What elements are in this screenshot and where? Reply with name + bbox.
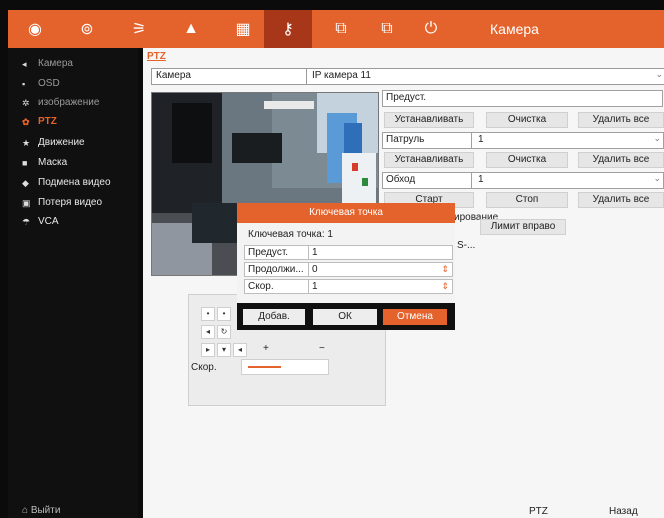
patrol-delete-all-button[interactable]: Удалить все xyxy=(578,152,664,168)
back-button[interactable]: Назад xyxy=(609,506,638,517)
tab-ptz[interactable]: PTZ xyxy=(147,51,166,62)
sidebar-item-motion[interactable]: ★ Движение xyxy=(22,135,85,151)
pattern-select[interactable]: Обход 1 ⌄ xyxy=(382,172,664,189)
patrol-value: 1 xyxy=(478,134,484,145)
sidebar: ◂ Камера ▪ OSD ✲ изображение ✿ PTZ ★ Движение… xyxy=(8,48,138,518)
divider xyxy=(471,173,472,188)
spinner-icon[interactable]: ⇕ xyxy=(441,263,449,276)
preset-clear-button[interactable]: Очистка xyxy=(486,112,568,128)
dialog-body: Ключевая точка: 1 Предуст. 1 Продолжи...… xyxy=(237,223,455,303)
osd-icon: ▪ xyxy=(22,79,26,89)
home-icon: ⌂ xyxy=(22,505,29,516)
chevron-down-icon: ⌄ xyxy=(655,69,663,79)
exit-button[interactable]: ⌂ Выйти xyxy=(22,505,60,516)
sidebar-item-mask[interactable]: ■ Маска xyxy=(22,155,67,171)
playback-icon[interactable]: ⊚ xyxy=(64,10,110,48)
ptz-up-left-button[interactable]: • xyxy=(201,307,215,321)
pattern-label: Обход xyxy=(386,174,416,185)
page-title: Камера xyxy=(490,21,539,37)
storage-icon[interactable]: ▦ xyxy=(220,10,266,48)
image-icon: ✲ xyxy=(22,98,30,108)
preset-label: Предуст. xyxy=(386,92,427,103)
camera-select[interactable]: Камера IP камера 11 ⌄ xyxy=(151,68,664,85)
auto-rotate-button[interactable]: ↻ xyxy=(217,325,231,339)
camera-select-label: Камера xyxy=(156,70,191,81)
dialog-speed-label: Скор. xyxy=(248,281,274,292)
sidebar-item-camera[interactable]: ◂ Камера xyxy=(22,56,73,72)
ptz-icon: ✿ xyxy=(22,117,30,127)
status-ptz[interactable]: PTZ xyxy=(529,506,548,517)
zoom-out-button[interactable]: − xyxy=(319,343,325,354)
patrol-select[interactable]: Патруль 1 ⌄ xyxy=(382,132,664,149)
speed-slider[interactable] xyxy=(241,359,329,375)
dialog-preset-field[interactable]: Предуст. 1 xyxy=(244,245,453,260)
divider xyxy=(308,280,309,293)
record-icon[interactable]: ⚞ xyxy=(116,10,162,48)
ptz-left-button[interactable]: ◂ xyxy=(201,325,215,339)
dialog-duration-value: 0 xyxy=(312,264,318,275)
dialog-duration-label: Продолжи... xyxy=(248,264,304,275)
mask-icon: ■ xyxy=(22,158,28,168)
pattern-delete-all-button[interactable]: Удалить все xyxy=(578,192,664,208)
preset-delete-all-button[interactable]: Удалить все xyxy=(578,112,664,128)
camera-settings-icon[interactable]: ⚷ xyxy=(264,10,312,48)
keypoint-label: Ключевая точка: 1 xyxy=(248,229,333,240)
vca-icon: ☂ xyxy=(22,217,31,227)
keypoint-dialog: Ключевая точка Ключевая точка: 1 Предуст… xyxy=(237,203,455,330)
maintenance-icon[interactable]: ⧉ xyxy=(364,10,410,48)
dialog-preset-label: Предуст. xyxy=(248,247,289,258)
sidebar-item-osd[interactable]: ▪ OSD xyxy=(22,76,60,92)
chevron-down-icon: ⌄ xyxy=(653,133,661,143)
sidebar-item-tamper[interactable]: ◆ Подмена видео xyxy=(22,175,111,191)
ptz-down-button[interactable]: ▾ xyxy=(217,343,231,357)
refresh-icon: ↻ xyxy=(220,327,228,336)
tamper-icon: ◆ xyxy=(22,178,29,188)
ptz-up-button[interactable]: • xyxy=(217,307,231,321)
zoom-in-button[interactable]: + xyxy=(263,343,269,354)
top-menu-bar: ◉ ⊚ ⚞ ▲ ▦ ⚷ ⧉ ⧉ ⏻ Камера xyxy=(8,10,664,48)
add-button[interactable]: Добав. xyxy=(243,309,305,325)
sidebar-item-ptz[interactable]: ✿ PTZ xyxy=(22,114,57,130)
patrol-label: Патруль xyxy=(386,134,425,145)
speed-slider-fill xyxy=(248,366,281,368)
live-view-icon[interactable]: ◉ xyxy=(12,10,58,48)
scan-mode-label: S-... xyxy=(457,240,476,251)
power-icon[interactable]: ⏻ xyxy=(408,10,454,48)
alarm-icon[interactable]: ▲ xyxy=(168,10,214,48)
speed-label: Скор. xyxy=(191,362,217,373)
ok-button[interactable]: ОК xyxy=(313,309,377,325)
limit-right-button[interactable]: Лимит вправо xyxy=(480,219,566,235)
divider xyxy=(471,133,472,148)
video-loss-icon: ▣ xyxy=(22,198,31,208)
ptz-down-right-button[interactable]: ◂ xyxy=(233,343,247,357)
motion-icon: ★ xyxy=(22,138,31,148)
preset-set-button[interactable]: Устанавливать xyxy=(384,112,474,128)
camera-select-value: IP камера 11 xyxy=(312,70,371,81)
divider xyxy=(308,246,309,259)
patrol-clear-button[interactable]: Очистка xyxy=(486,152,568,168)
ptz-down-left-button[interactable]: ▸ xyxy=(201,343,215,357)
cancel-button[interactable]: Отмена xyxy=(383,309,447,325)
divider xyxy=(306,69,307,84)
preset-value-field[interactable] xyxy=(471,90,663,107)
dialog-speed-field[interactable]: Скор. 1 ⇕ xyxy=(244,279,453,294)
sidebar-item-image[interactable]: ✲ изображение xyxy=(22,95,99,111)
zoom-controls: + − xyxy=(259,343,331,355)
divider xyxy=(308,263,309,276)
dialog-duration-field[interactable]: Продолжи... 0 ⇕ xyxy=(244,262,453,277)
dialog-preset-value: 1 xyxy=(312,247,318,258)
dialog-speed-value: 1 xyxy=(312,281,318,292)
pattern-value: 1 xyxy=(478,174,484,185)
spinner-icon[interactable]: ⇕ xyxy=(441,280,449,293)
network-icon[interactable]: ⧉ xyxy=(318,10,364,48)
preset-field[interactable]: Предуст. xyxy=(382,90,473,107)
dialog-title: Ключевая точка xyxy=(237,203,455,223)
patrol-set-button[interactable]: Устанавливать xyxy=(384,152,474,168)
pattern-stop-button[interactable]: Стоп xyxy=(486,192,568,208)
camera-icon: ◂ xyxy=(22,59,27,69)
chevron-down-icon: ⌄ xyxy=(653,173,661,183)
sidebar-item-video-loss[interactable]: ▣ Потеря видео xyxy=(22,195,102,211)
sidebar-item-vca[interactable]: ☂ VCA xyxy=(22,214,59,230)
